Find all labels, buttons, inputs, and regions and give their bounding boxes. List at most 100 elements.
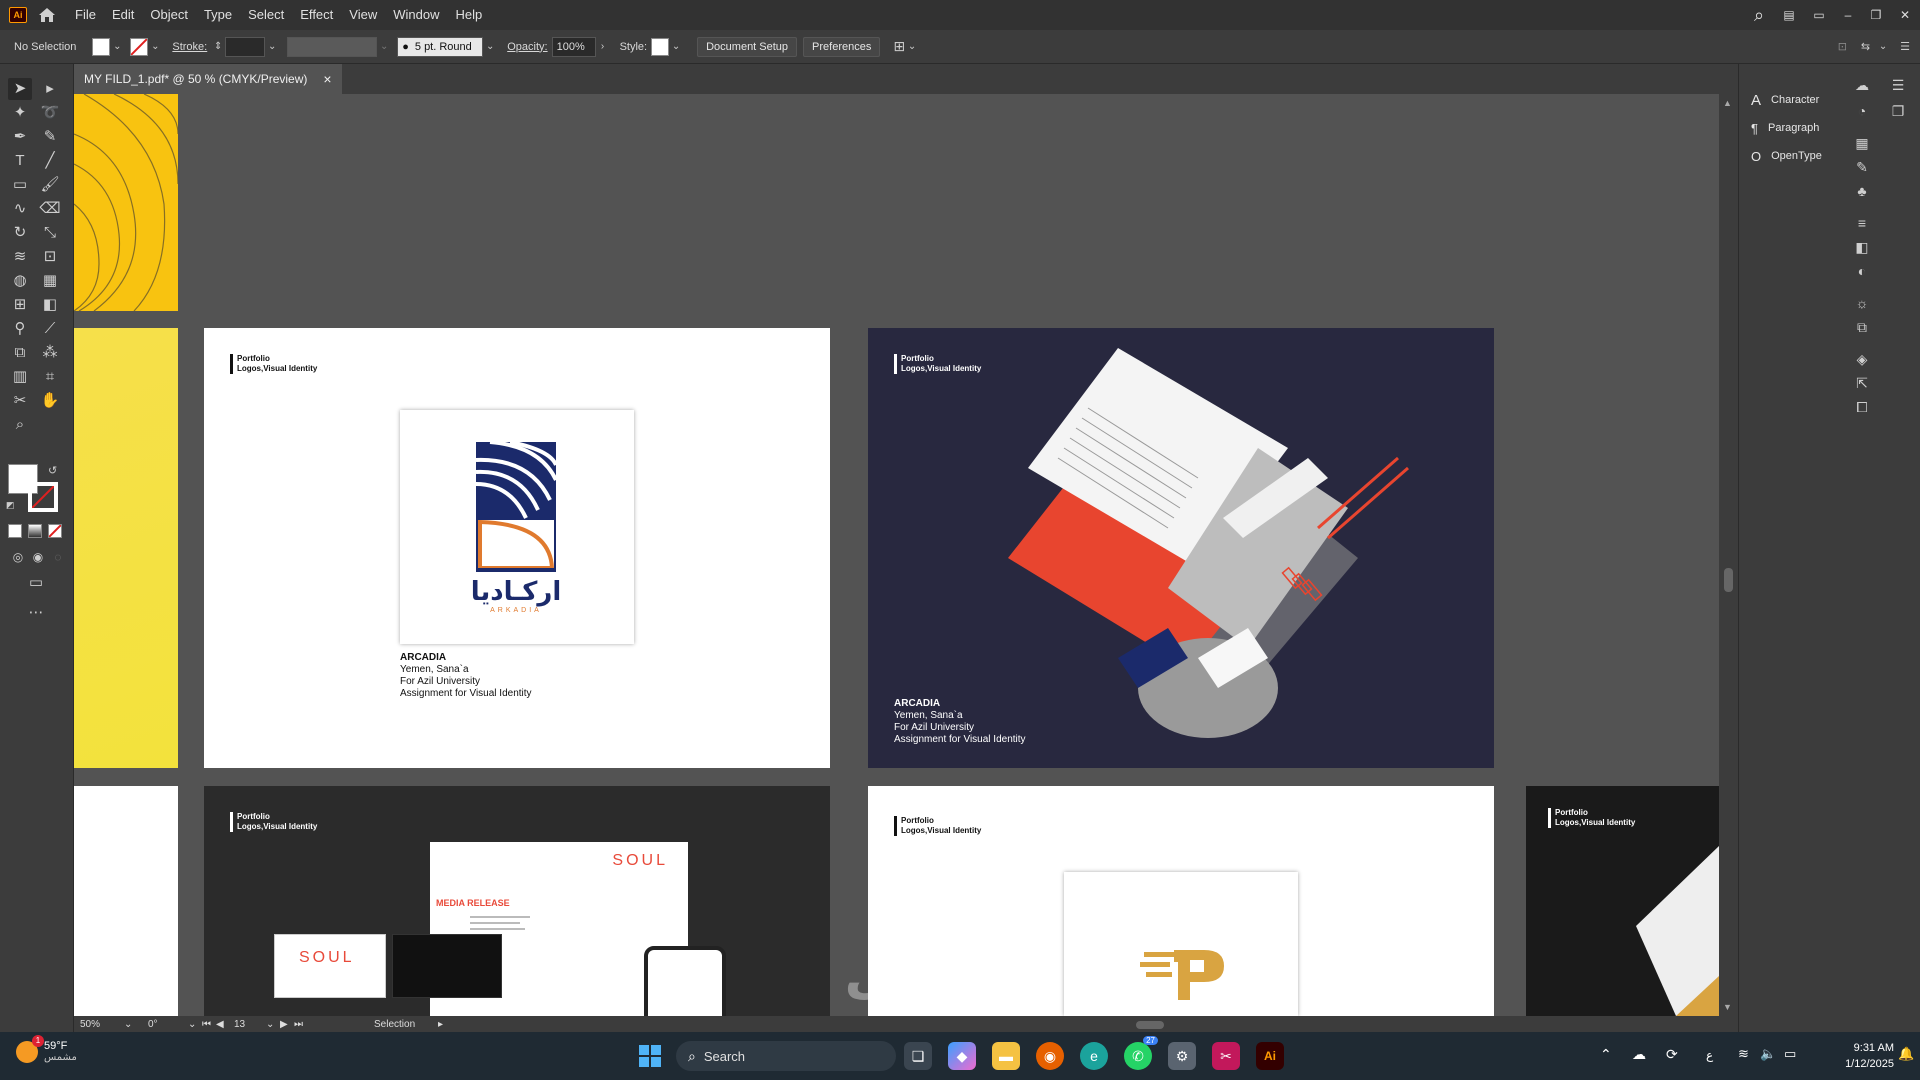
rotate-tool-icon[interactable]: ↻: [8, 222, 32, 244]
direct-selection-tool-icon[interactable]: ▸: [38, 78, 62, 100]
battery-icon[interactable]: ▭: [1784, 1046, 1796, 1062]
stroke-swatch[interactable]: [130, 37, 149, 56]
artboard-dropdown[interactable]: ⌄: [266, 1019, 280, 1030]
tray-chevron-icon[interactable]: ⌃: [1600, 1046, 1612, 1063]
prev-artboard-icon[interactable]: ◀: [216, 1019, 230, 1030]
appearance-icon[interactable]: ☼: [1852, 294, 1872, 312]
slice-tool-icon[interactable]: ✂: [8, 390, 32, 412]
windows-start-icon[interactable]: [636, 1042, 664, 1070]
draw-inside-icon[interactable]: ◌: [46, 546, 70, 568]
rectangle-tool-icon[interactable]: ▭: [8, 174, 32, 196]
properties-icon[interactable]: ☰: [1888, 76, 1908, 94]
menu-effect[interactable]: Effect: [292, 0, 341, 30]
stroke-weight-input[interactable]: [225, 36, 266, 57]
transparency-icon[interactable]: ◐: [1852, 262, 1872, 280]
artboard-arcadia-mockup[interactable]: Portfolio Logos,Visual Identity ARCADIA …: [868, 328, 1494, 768]
menu-help[interactable]: Help: [447, 0, 490, 30]
graphic-style-swatch[interactable]: [651, 37, 670, 56]
opacity-label[interactable]: Opacity:: [507, 41, 547, 53]
next-artboard-icon[interactable]: ▶: [280, 1019, 294, 1030]
fill-dropdown[interactable]: ⌄: [110, 41, 124, 52]
close-window-button[interactable]: ✕: [1890, 8, 1920, 22]
zoom-level[interactable]: 50%: [74, 1019, 124, 1030]
gradient-panel-icon[interactable]: ◧: [1852, 238, 1872, 256]
artboard-dark-right[interactable]: Portfolio Logos,Visual Identity: [1526, 786, 1719, 1016]
magic-wand-tool-icon[interactable]: ✦: [8, 102, 32, 124]
task-view-icon[interactable]: ❏: [904, 1042, 932, 1070]
wifi-icon[interactable]: ≋: [1738, 1046, 1749, 1062]
line-tool-icon[interactable]: ╱: [38, 150, 62, 172]
arrange-dropdown[interactable]: ⌄: [905, 41, 919, 52]
artboard-yellow-mid[interactable]: [74, 328, 178, 768]
more-tools-icon[interactable]: ⋯: [24, 602, 48, 624]
libraries-icon[interactable]: ☁: [1852, 76, 1872, 94]
export-icon[interactable]: ⇱: [1852, 374, 1872, 392]
lasso-tool-icon[interactable]: ➰: [38, 102, 62, 124]
copilot-icon[interactable]: ◆: [948, 1042, 976, 1070]
menu-object[interactable]: Object: [142, 0, 196, 30]
default-colors-icon[interactable]: ◩: [6, 500, 15, 511]
opentype-panel-tab[interactable]: O OpenType: [1739, 142, 1842, 170]
panel-menu-icon[interactable]: ☰: [1900, 40, 1910, 53]
menu-type[interactable]: Type: [196, 0, 240, 30]
zoom-dropdown[interactable]: ⌄: [124, 1019, 138, 1030]
variable-width-profile[interactable]: [287, 36, 378, 57]
none-mode-icon[interactable]: [48, 524, 62, 538]
shaper-tool-icon[interactable]: ∿: [8, 198, 32, 220]
document-setup-button[interactable]: Document Setup: [697, 36, 798, 57]
transform-dropdown[interactable]: ⌄: [1876, 41, 1890, 52]
horizontal-scroll-thumb[interactable]: [1136, 1021, 1164, 1029]
transform-icon[interactable]: ⇆: [1861, 40, 1870, 53]
weather-widget[interactable]: 1 59°F مشمس: [16, 1034, 77, 1063]
hand-tool-icon[interactable]: ✋: [38, 390, 62, 412]
warp-tool-icon[interactable]: ≋: [8, 246, 32, 268]
paintbrush-tool-icon[interactable]: 🖌: [38, 174, 62, 196]
mesh-tool-icon[interactable]: ⊞: [8, 294, 32, 316]
onedrive-icon[interactable]: ☁: [1632, 1046, 1646, 1063]
stroke-dropdown[interactable]: ⌄: [148, 41, 162, 52]
menu-file[interactable]: File: [67, 0, 104, 30]
column-graph-tool-icon[interactable]: ▥: [8, 366, 32, 388]
artboard-number[interactable]: 13: [230, 1019, 266, 1030]
profile-dropdown[interactable]: ⌄: [377, 41, 391, 52]
style-dropdown[interactable]: ⌄: [669, 41, 683, 52]
stroke-label[interactable]: Stroke:: [172, 41, 207, 53]
scroll-thumb[interactable]: [1724, 568, 1733, 592]
menu-edit[interactable]: Edit: [104, 0, 142, 30]
layers-panel-icon[interactable]: ❐: [1888, 102, 1908, 120]
arrange-icon[interactable]: ⊞: [893, 38, 905, 55]
taskbar-search[interactable]: ⌕ Search: [676, 1041, 896, 1071]
stroke-panel-icon[interactable]: ≡: [1852, 214, 1872, 232]
menu-view[interactable]: View: [341, 0, 385, 30]
eraser-tool-icon[interactable]: ⌫: [38, 198, 62, 220]
stroke-weight-dropdown[interactable]: ⌄: [265, 41, 279, 52]
brush-definition[interactable]: ● 5 pt. Round: [397, 36, 484, 57]
color-mode-icon[interactable]: [8, 524, 22, 538]
menu-select[interactable]: Select: [240, 0, 292, 30]
curvature-tool-icon[interactable]: ✎: [38, 126, 62, 148]
gradient-mode-icon[interactable]: [28, 524, 42, 538]
menu-window[interactable]: Window: [385, 0, 447, 30]
sync-icon[interactable]: ⟳: [1666, 1046, 1678, 1063]
vertical-scrollbar[interactable]: ▲ ▼: [1719, 94, 1738, 1016]
graphic-styles-icon[interactable]: ⧉: [1852, 318, 1872, 336]
language-indicator[interactable]: ع: [1706, 1048, 1713, 1062]
arrange-documents-icon[interactable]: ▤: [1774, 8, 1804, 22]
pen-tool-icon[interactable]: ✒: [8, 126, 32, 148]
selection-tool-icon[interactable]: ➤: [8, 78, 32, 100]
notifications-icon[interactable]: 🔔: [1898, 1046, 1914, 1062]
symbols-icon[interactable]: ♣: [1852, 182, 1872, 200]
character-panel-tab[interactable]: A Character: [1739, 86, 1842, 114]
artboard-tool-icon[interactable]: ⌗: [38, 366, 62, 388]
artboard-white-bottom-left[interactable]: [74, 786, 178, 1016]
canvas-area[interactable]: Portfolio Logos,Visual Identity اركـاديا…: [74, 94, 1719, 1016]
illustrator-taskbar-icon[interactable]: Ai: [1256, 1042, 1284, 1070]
firefox-icon[interactable]: ◉: [1036, 1042, 1064, 1070]
fill-swatch[interactable]: [92, 37, 111, 56]
horizontal-scrollbar[interactable]: [452, 1019, 1738, 1029]
first-artboard-icon[interactable]: ⏮: [202, 1019, 216, 1030]
paragraph-panel-tab[interactable]: ¶ Paragraph: [1739, 114, 1842, 142]
status-menu-arrow[interactable]: ▸: [438, 1019, 452, 1030]
swatches-icon[interactable]: ▦: [1852, 134, 1872, 152]
home-icon[interactable]: [27, 7, 67, 23]
